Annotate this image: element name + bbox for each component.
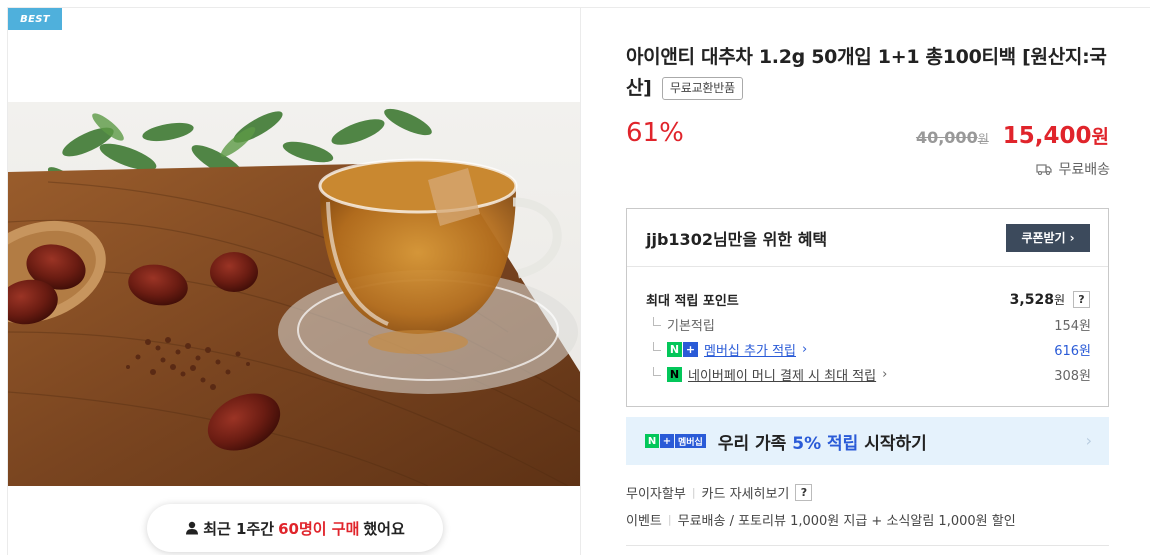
- benefit-header: jjb1302님만을 위한 혜택 쿠폰받기 ›: [627, 209, 1108, 267]
- event-row: 이벤트 | 무료배송 / 포토리뷰 1,000원 지급 + 소식알림 1,000…: [626, 510, 1016, 529]
- sale-price: 15,400원: [1003, 122, 1109, 149]
- tree-connector: [653, 316, 661, 326]
- banner-text-suffix: 시작하기: [864, 433, 927, 454]
- product-image[interactable]: [8, 102, 580, 486]
- sale-price-value: 15,400: [1002, 123, 1092, 149]
- membership-points-row[interactable]: N + 멤버십 추가 적립 › 616원: [653, 340, 1091, 359]
- card-help-button[interactable]: ?: [795, 484, 813, 501]
- naverpay-points-value: 308원: [1054, 369, 1091, 384]
- naverpay-icon: N: [667, 367, 682, 382]
- naverpay-points-link[interactable]: 네이버페이 머니 결제 시 최대 적립: [688, 365, 876, 384]
- best-badge: BEST: [8, 8, 62, 30]
- naver-membership-badge: N + 멤버십: [645, 434, 706, 448]
- price-row: 40,000원 15,400원: [916, 122, 1109, 149]
- card-details-link[interactable]: 카드 자세히보기: [702, 483, 790, 502]
- shipping-info: 무료배송: [1036, 159, 1110, 179]
- separator: |: [691, 486, 696, 499]
- sale-price-unit: 원: [1091, 126, 1109, 148]
- notice-highlight: 60명이 구매: [278, 519, 360, 538]
- notice-prefix: 최근 1주간: [203, 519, 275, 538]
- installment-label: 무이자할부: [626, 487, 686, 502]
- shipping-text: 무료배송: [1058, 162, 1110, 178]
- max-points-value: 3,528원 ?: [1010, 291, 1090, 308]
- coupon-button-label: 쿠폰받기: [1021, 231, 1066, 245]
- basic-points-value: 154원: [1054, 319, 1091, 334]
- person-icon: [186, 521, 199, 535]
- tree-connector: [653, 366, 661, 376]
- benefit-title: jjb1302님만을 위한 혜택: [646, 229, 828, 249]
- chevron-right-icon: ›: [882, 367, 888, 382]
- basic-points-row: 기본적립 154원: [653, 315, 1091, 334]
- naver-plus-icon: N +: [667, 342, 698, 357]
- banner-text-prefix: 우리 가족: [717, 433, 787, 454]
- points-help-button[interactable]: ?: [1073, 291, 1090, 308]
- membership-points-link[interactable]: 멤버십 추가 적립: [704, 340, 796, 359]
- max-points-number: 3,528: [1009, 292, 1054, 308]
- product-image-panel: BEST 최근 1주간 60명이 구매 했어요: [7, 7, 581, 555]
- truck-icon: [1036, 164, 1053, 175]
- naverpay-points-row[interactable]: N 네이버페이 머니 결제 시 최대 적립 › 308원: [653, 365, 1091, 384]
- product-title: 아이앤티 대추차 1.2g 50개입 1+1 총100티백 [원산지:국산] 무…: [626, 42, 1111, 104]
- notice-suffix: 했어요: [363, 519, 405, 538]
- jujube-tea-photo: [8, 102, 580, 486]
- separator: |: [667, 513, 672, 526]
- free-exchange-tag: 무료교환반품: [661, 77, 743, 100]
- tree-connector: [653, 341, 661, 351]
- chevron-right-icon: ›: [1085, 431, 1092, 450]
- chevron-right-icon: ›: [802, 342, 808, 357]
- membership-banner-text: 우리 가족 5% 적립 시작하기: [718, 429, 927, 454]
- installment-row: 무이자할부 | 카드 자세히보기 ?: [626, 483, 813, 502]
- max-points-unit: 원: [1053, 293, 1065, 307]
- discount-rate: 61%: [626, 118, 684, 148]
- max-points-label: 최대 적립 포인트: [646, 294, 739, 309]
- badge-label: 멤버십: [675, 434, 706, 448]
- original-price-unit: 원: [977, 132, 989, 146]
- original-price: 40,000원: [916, 128, 989, 147]
- divider: [626, 545, 1109, 546]
- banner-text-highlight: 5% 적립: [792, 433, 859, 454]
- original-price-value: 40,000: [915, 128, 978, 147]
- badge-plus: +: [660, 434, 674, 448]
- member-benefits-box: jjb1302님만을 위한 혜택 쿠폰받기 › 최대 적립 포인트 3,528원…: [626, 208, 1109, 407]
- event-label: 이벤트: [626, 514, 662, 529]
- recent-purchase-notice: 최근 1주간 60명이 구매 했어요: [147, 504, 443, 552]
- get-coupon-button[interactable]: 쿠폰받기 ›: [1006, 223, 1090, 252]
- max-points-row: 최대 적립 포인트 3,528원 ?: [646, 290, 1090, 309]
- event-text: 무료배송 / 포토리뷰 1,000원 지급 + 소식알림 1,000원 할인: [677, 514, 1016, 529]
- badge-n: N: [645, 434, 659, 448]
- membership-banner[interactable]: N + 멤버십 우리 가족 5% 적립 시작하기 ›: [626, 417, 1109, 465]
- chevron-right-icon: ›: [1069, 230, 1075, 245]
- membership-points-value: 616원: [1054, 344, 1091, 359]
- basic-points-label: 기본적립: [667, 319, 715, 334]
- product-info-panel: 아이앤티 대추차 1.2g 50개입 1+1 총100티백 [원산지:국산] 무…: [581, 7, 1150, 555]
